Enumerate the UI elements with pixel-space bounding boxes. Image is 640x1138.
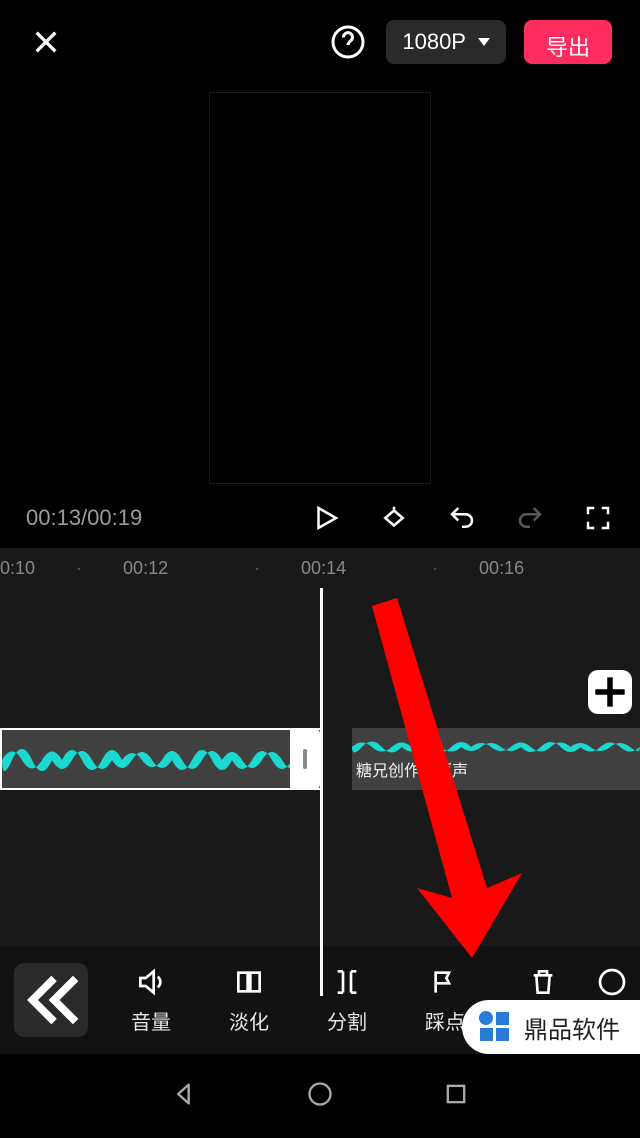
ruler-tick: 00:16 [479, 558, 569, 579]
watermark-logo-icon [476, 1008, 514, 1046]
playback-row: 00:13/00:19 [0, 494, 640, 548]
waveform-icon [352, 736, 640, 758]
clip-label: 糖兄创作的原声 [356, 757, 468, 781]
close-button[interactable] [28, 24, 64, 60]
play-button[interactable] [310, 502, 342, 534]
undo-button[interactable] [446, 502, 478, 534]
ruler-dot: · [213, 558, 301, 579]
top-right-group: 1080P 导出 [328, 20, 612, 64]
watermark-text: 鼎品软件 [524, 1010, 620, 1045]
tool-beat-label: 踩点 [425, 1006, 465, 1035]
resolution-selector[interactable]: 1080P [386, 20, 506, 64]
toolbar-back-button[interactable] [14, 963, 88, 1037]
nav-back[interactable] [170, 1080, 198, 1113]
help-button[interactable] [328, 22, 368, 62]
top-bar: 1080P 导出 [0, 0, 640, 84]
video-canvas[interactable] [209, 92, 431, 484]
ruler-tick: 00:14 [301, 558, 391, 579]
audio-clip-next[interactable]: 糖兄创作的原声 [352, 728, 640, 790]
audio-clip-selected[interactable] [0, 728, 320, 790]
fullscreen-button[interactable] [582, 502, 614, 534]
tool-split[interactable]: 分割 [298, 966, 396, 1035]
preview-area [0, 84, 640, 494]
tool-volume[interactable]: 音量 [102, 966, 200, 1035]
tool-fade-label: 淡化 [229, 1006, 269, 1035]
ruler-dot: · [35, 558, 123, 579]
time-display: 00:13/00:19 [26, 505, 310, 531]
system-nav-bar [0, 1054, 640, 1138]
playback-controls [310, 502, 614, 534]
ruler-tick: 00:12 [123, 558, 213, 579]
ruler-dot: · [391, 558, 479, 579]
playhead[interactable] [320, 588, 323, 996]
tool-split-label: 分割 [327, 1006, 367, 1035]
keyframe-button[interactable] [378, 502, 410, 534]
watermark-badge: 鼎品软件 [462, 1000, 640, 1054]
clip-handle-right[interactable] [290, 728, 320, 790]
ruler-tick: 0:10 [0, 558, 35, 579]
export-button[interactable]: 导出 [524, 20, 612, 64]
tool-volume-label: 音量 [131, 1006, 171, 1035]
resolution-label: 1080P [402, 29, 466, 55]
nav-recent[interactable] [442, 1080, 470, 1113]
timeline-ruler[interactable]: 0:10 · 00:12 · 00:14 · 00:16 [0, 548, 640, 588]
tool-fade[interactable]: 淡化 [200, 966, 298, 1035]
timeline-area[interactable]: 糖兄创作的原声 [0, 588, 640, 996]
waveform-icon [2, 738, 292, 782]
add-clip-button[interactable] [588, 670, 632, 714]
nav-home[interactable] [306, 1080, 334, 1113]
redo-button[interactable] [514, 502, 546, 534]
